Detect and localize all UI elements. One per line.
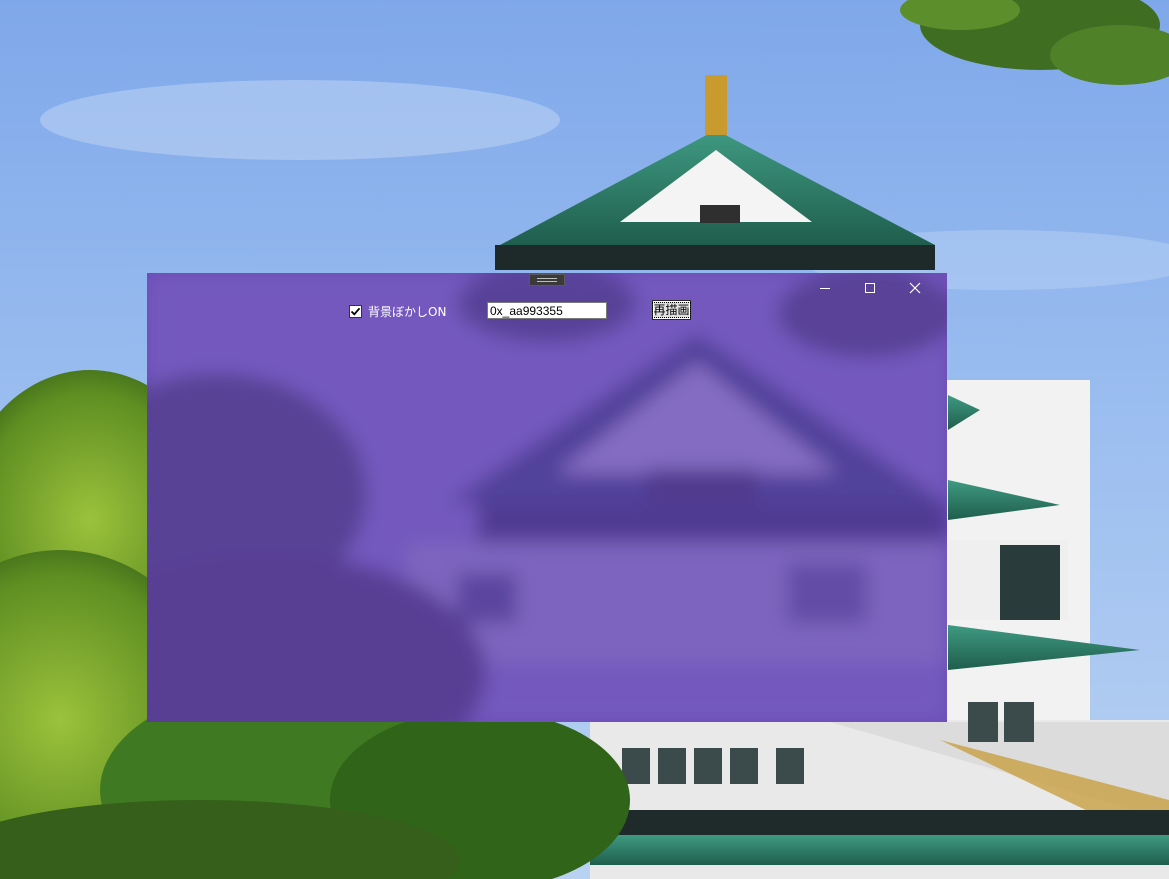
minimize-button[interactable] — [802, 273, 848, 303]
window-drag-grip[interactable] — [529, 274, 565, 286]
redraw-button-label: 再描画 — [652, 302, 691, 318]
redraw-button[interactable]: 再描画 — [652, 300, 691, 320]
app-window: 背景ぼかしON 再描画 — [147, 273, 947, 722]
checkmark-icon — [350, 307, 361, 316]
maximize-button[interactable] — [847, 273, 893, 303]
blur-checkbox[interactable] — [349, 304, 362, 318]
minimize-icon — [820, 288, 830, 289]
close-icon — [909, 282, 921, 294]
close-button[interactable] — [892, 273, 938, 303]
maximize-icon — [865, 283, 875, 293]
blur-checkbox-label: 背景ぼかしON — [368, 304, 447, 319]
blur-toggle[interactable]: 背景ぼかしON — [349, 303, 446, 319]
desktop: 背景ぼかしON 再描画 — [0, 0, 1169, 879]
color-value-input[interactable] — [487, 302, 607, 319]
blurred-backdrop — [147, 273, 947, 722]
